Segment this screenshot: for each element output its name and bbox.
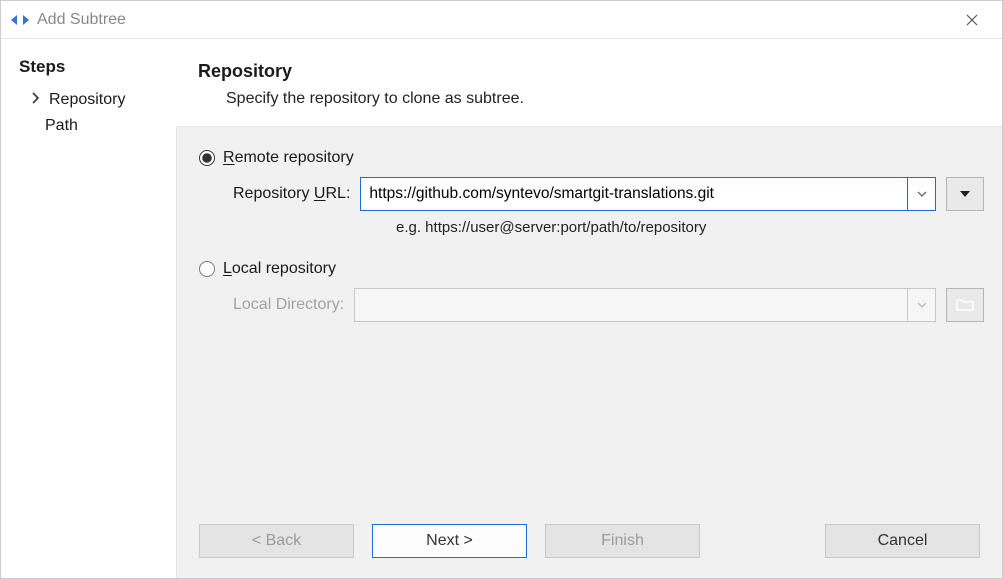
chevron-down-icon [908, 288, 936, 322]
repository-url-row: Repository URL: [199, 177, 984, 211]
back-button: < Back [199, 524, 354, 558]
repository-url-dropdown-button[interactable] [946, 177, 984, 211]
window-title: Add Subtree [37, 11, 126, 29]
steps-sidebar: Steps Repository Path [1, 39, 176, 578]
step-label: Repository [49, 91, 125, 109]
titlebar: Add Subtree [1, 1, 1002, 39]
repository-url-input[interactable] [360, 177, 908, 211]
remote-repository-label: Remote repository [223, 149, 354, 167]
chevron-right-icon [31, 91, 45, 109]
next-button[interactable]: Next > [372, 524, 527, 558]
form-area: Remote repository Repository URL: e.g. h… [176, 126, 1002, 512]
page-subtitle: Specify the repository to clone as subtr… [198, 90, 980, 108]
repository-url-label: Repository URL: [233, 185, 350, 203]
repository-url-combo[interactable] [360, 177, 936, 211]
chevron-down-icon[interactable] [908, 177, 936, 211]
button-bar: < Back Next > Finish Cancel [176, 512, 1002, 578]
step-label: Path [45, 117, 78, 135]
step-repository: Repository [19, 87, 170, 113]
browse-folder-button [946, 288, 984, 322]
page-title: Repository [198, 61, 980, 82]
finish-button: Finish [545, 524, 700, 558]
folder-icon [956, 298, 974, 312]
cancel-button[interactable]: Cancel [825, 524, 980, 558]
step-path: Path [19, 113, 170, 139]
page-header: Repository Specify the repository to clo… [176, 39, 1002, 126]
close-button[interactable] [952, 1, 992, 38]
repository-url-hint: e.g. https://user@server:port/path/to/re… [199, 219, 984, 236]
app-icon [11, 11, 29, 29]
local-repository-label: Local repository [223, 260, 336, 278]
local-repository-radio[interactable] [199, 261, 215, 277]
remote-repository-radio[interactable] [199, 150, 215, 166]
close-icon [966, 14, 978, 26]
local-directory-label: Local Directory: [233, 296, 344, 314]
triangle-down-icon [959, 190, 971, 198]
steps-heading: Steps [19, 57, 170, 77]
local-repository-radio-row[interactable]: Local repository [199, 260, 984, 278]
local-directory-combo [354, 288, 936, 322]
local-directory-input [354, 288, 908, 322]
local-directory-row: Local Directory: [199, 288, 984, 322]
remote-repository-radio-row[interactable]: Remote repository [199, 149, 984, 167]
